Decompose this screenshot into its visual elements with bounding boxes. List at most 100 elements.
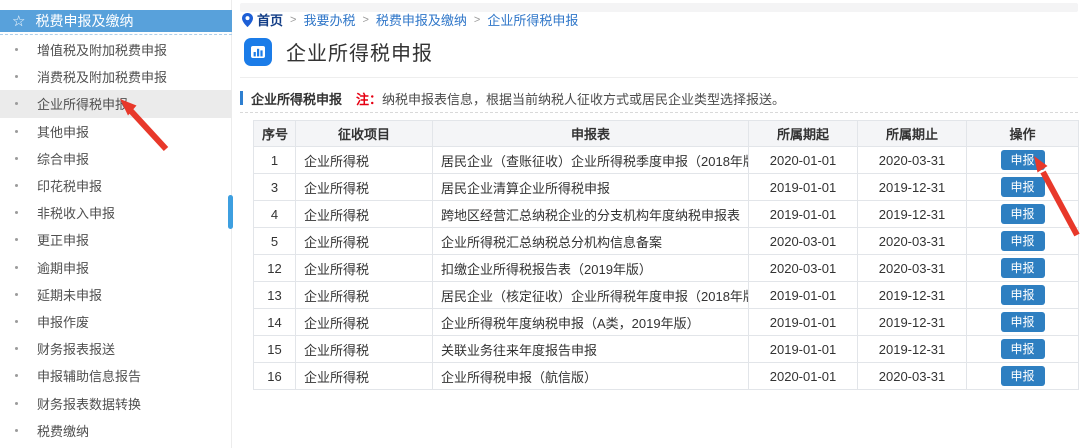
table-row: 16 企业所得税 企业所得税申报（航信版） 2020-01-01 2020-03… [254, 363, 1079, 390]
apply-button[interactable]: 申报 [1001, 150, 1045, 170]
bullet-icon [15, 75, 18, 78]
bullet-icon [15, 293, 18, 296]
star-outline-icon: ☆ [12, 14, 25, 29]
note-text: 纳税申报表信息，根据当前纳税人征收方式或居民企业类型选择报送。 [382, 89, 785, 108]
breadcrumb-item-3[interactable]: 企业所得税申报 [487, 10, 578, 29]
sidebar: ☆ 税费申报及缴纳 增值税及附加税费申报 消费税及附加税费申报 企业所得税申报 … [0, 0, 232, 448]
table-body: 1 企业所得税 居民企业（查账征收）企业所得税季度申报（2018年版） 2020… [254, 147, 1079, 390]
table-row: 1 企业所得税 居民企业（查账征收）企业所得税季度申报（2018年版） 2020… [254, 147, 1079, 174]
declaration-table-wrap: 序号 征收项目 申报表 所属期起 所属期止 操作 1 企业所得税 居民企业（查账… [253, 120, 1079, 390]
bullet-icon [15, 48, 18, 51]
declaration-table: 序号 征收项目 申报表 所属期起 所属期止 操作 1 企业所得税 居民企业（查账… [253, 120, 1079, 390]
breadcrumb-separator: > [362, 14, 368, 26]
table-header-row: 序号 征收项目 申报表 所属期起 所属期止 操作 [254, 121, 1079, 147]
breadcrumb-item-2[interactable]: 税费申报及缴纳 [376, 10, 467, 29]
bullet-icon [15, 211, 18, 214]
sidebar-item-11[interactable]: 财务报表报送 [0, 335, 232, 362]
bar-chart-icon [244, 38, 272, 66]
breadcrumb-separator: > [290, 14, 296, 26]
table-row: 15 企业所得税 关联业务往来年度报告申报 2019-01-01 2019-12… [254, 336, 1079, 363]
bullet-icon [15, 402, 18, 405]
page-title: 企业所得税申报 [286, 37, 433, 66]
sidebar-item-13[interactable]: 财务报表数据转换 [0, 389, 232, 416]
note-tag: 注： [356, 89, 382, 108]
table-row: 3 企业所得税 居民企业清算企业所得税申报 2019-01-01 2019-12… [254, 174, 1079, 201]
sidebar-item-label: 其他申报 [37, 122, 89, 141]
bullet-icon [15, 374, 18, 377]
bullet-icon [15, 429, 18, 432]
breadcrumb-separator: > [474, 14, 480, 26]
main-content: 首页 > 我要办税 > 税费申报及缴纳 > 企业所得税申报 企业所得税申报 企业… [240, 0, 1080, 448]
sidebar-item-0[interactable]: 增值税及附加税费申报 [0, 36, 232, 63]
sidebar-item-label: 企业所得税申报 [37, 94, 128, 113]
sidebar-item-label: 延期未申报 [37, 285, 102, 304]
location-pin-icon [242, 13, 253, 27]
sidebar-item-label: 非税收入申报 [37, 203, 115, 222]
apply-button[interactable]: 申报 [1001, 312, 1045, 332]
bullet-icon [15, 130, 18, 133]
app-window: ☆ 税费申报及缴纳 增值税及附加税费申报 消费税及附加税费申报 企业所得税申报 … [0, 0, 1080, 448]
breadcrumb: 首页 > 我要办税 > 税费申报及缴纳 > 企业所得税申报 [242, 11, 578, 28]
bullet-icon [15, 102, 18, 105]
sidebar-item-label: 综合申报 [37, 149, 89, 168]
apply-button[interactable]: 申报 [1001, 366, 1045, 386]
sidebar-item-label: 财务报表数据转换 [37, 394, 141, 413]
sidebar-item-3[interactable]: 其他申报 [0, 118, 232, 145]
sidebar-item-label: 增值税及附加税费申报 [37, 40, 167, 59]
sidebar-scrollbar-thumb[interactable] [228, 195, 233, 229]
apply-button[interactable]: 申报 [1001, 258, 1045, 278]
sidebar-item-10[interactable]: 申报作废 [0, 308, 232, 335]
note-divider [240, 112, 1078, 113]
section-note: 企业所得税申报 注： 纳税申报表信息，根据当前纳税人征收方式或居民企业类型选择报… [240, 90, 785, 106]
sidebar-header-label: 税费申报及缴纳 [35, 11, 133, 31]
sidebar-item-4[interactable]: 综合申报 [0, 145, 232, 172]
bullet-icon [15, 157, 18, 160]
bullet-icon [15, 238, 18, 241]
col-header-form: 申报表 [433, 121, 749, 147]
apply-button[interactable]: 申报 [1001, 285, 1045, 305]
sidebar-item-label: 更正申报 [37, 230, 89, 249]
table-row: 12 企业所得税 扣缴企业所得税报告表（2019年版） 2020-03-01 2… [254, 255, 1079, 282]
bullet-icon [15, 266, 18, 269]
table-row: 14 企业所得税 企业所得税年度纳税申报（A类，2019年版） 2019-01-… [254, 309, 1079, 336]
sidebar-item-12[interactable]: 申报辅助信息报告 [0, 362, 232, 389]
col-header-start: 所属期起 [749, 121, 858, 147]
sidebar-item-label: 税费缴纳 [37, 421, 89, 440]
table-row: 5 企业所得税 企业所得税汇总纳税总分机构信息备案 2020-03-01 202… [254, 228, 1079, 255]
bullet-icon [15, 184, 18, 187]
breadcrumb-item-1[interactable]: 我要办税 [303, 10, 355, 29]
sidebar-items: 增值税及附加税费申报 消费税及附加税费申报 企业所得税申报 其他申报 综合申报 … [0, 36, 232, 444]
sidebar-item-7[interactable]: 更正申报 [0, 226, 232, 253]
col-header-action: 操作 [967, 121, 1079, 147]
sidebar-item-label: 申报作废 [37, 312, 89, 331]
section-accent-bar [240, 91, 243, 105]
sidebar-item-label: 消费税及附加税费申报 [37, 67, 167, 86]
sidebar-item-2[interactable]: 企业所得税申报 [0, 90, 232, 117]
bullet-icon [15, 320, 18, 323]
sidebar-item-9[interactable]: 延期未申报 [0, 281, 232, 308]
apply-button[interactable]: 申报 [1001, 231, 1045, 251]
sidebar-item-label: 印花税申报 [37, 176, 102, 195]
apply-button[interactable]: 申报 [1001, 339, 1045, 359]
col-header-end: 所属期止 [858, 121, 967, 147]
apply-button[interactable]: 申报 [1001, 204, 1045, 224]
sidebar-item-6[interactable]: 非税收入申报 [0, 199, 232, 226]
sidebar-header-divider [0, 34, 232, 35]
apply-button[interactable]: 申报 [1001, 177, 1045, 197]
sidebar-header[interactable]: ☆ 税费申报及缴纳 [0, 10, 232, 32]
col-header-seq: 序号 [254, 121, 296, 147]
sidebar-item-5[interactable]: 印花税申报 [0, 172, 232, 199]
sidebar-item-14[interactable]: 税费缴纳 [0, 417, 232, 444]
sidebar-item-8[interactable]: 逾期申报 [0, 254, 232, 281]
title-divider [240, 77, 1078, 78]
page-title-row: 企业所得税申报 [244, 37, 433, 66]
bullet-icon [15, 347, 18, 350]
sidebar-item-1[interactable]: 消费税及附加税费申报 [0, 63, 232, 90]
col-header-project: 征收项目 [296, 121, 433, 147]
sidebar-item-label: 财务报表报送 [37, 339, 115, 358]
section-label: 企业所得税申报 [251, 89, 342, 108]
sidebar-item-label: 申报辅助信息报告 [37, 366, 141, 385]
breadcrumb-home[interactable]: 首页 [257, 10, 283, 29]
sidebar-item-label: 逾期申报 [37, 258, 89, 277]
table-row: 13 企业所得税 居民企业（核定征收）企业所得税年度申报（2018年版） 201… [254, 282, 1079, 309]
